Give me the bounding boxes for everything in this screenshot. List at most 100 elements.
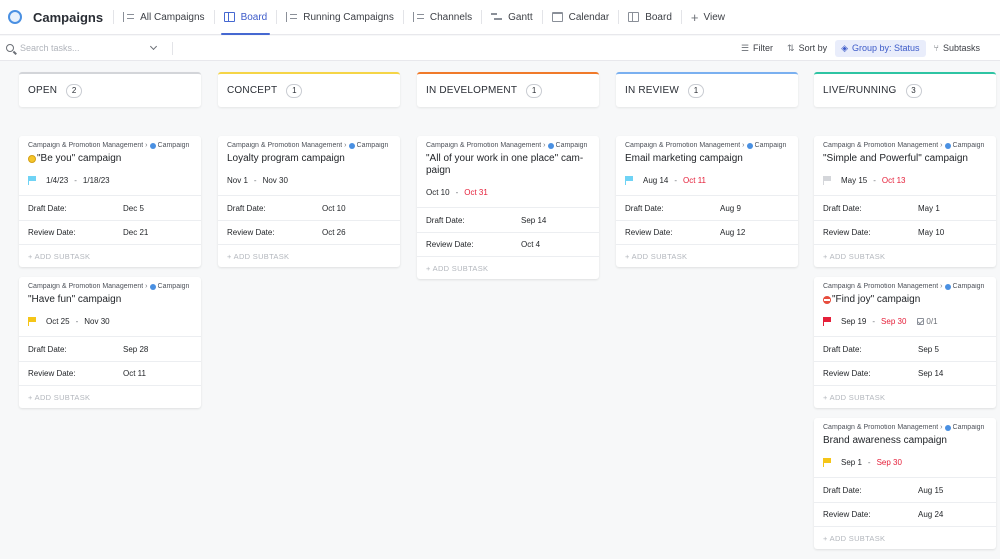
due-date[interactable]: 1/18/23 bbox=[83, 176, 110, 185]
add-subtask-button[interactable]: + ADD SUBTASK bbox=[616, 244, 798, 267]
tab-gantt[interactable]: Gantt bbox=[482, 0, 541, 35]
add-subtask-button[interactable]: + ADD SUBTASK bbox=[19, 385, 201, 408]
start-date[interactable]: Aug 14 bbox=[643, 176, 668, 185]
task-card[interactable]: Campaign & Promotion Management › Campaign… bbox=[218, 136, 400, 267]
breadcrumb-folder[interactable]: Campaign & Promotion Management bbox=[28, 142, 143, 149]
task-card[interactable]: Campaign & Promotion Management › Campaign… bbox=[814, 277, 996, 408]
review-date-field[interactable]: Review Date: Oct 11 bbox=[19, 361, 201, 385]
tab-channels[interactable]: Channels bbox=[404, 0, 481, 35]
start-date[interactable]: Oct 25 bbox=[46, 317, 70, 326]
task-card[interactable]: Campaign & Promotion Management › Campaign… bbox=[19, 136, 201, 267]
priority-flag-icon[interactable] bbox=[823, 316, 832, 326]
review-date-field[interactable]: Review Date: Dec 21 bbox=[19, 220, 201, 244]
tab-calendar[interactable]: Calendar bbox=[543, 0, 619, 35]
breadcrumb-list[interactable]: Campaign bbox=[357, 142, 389, 149]
breadcrumb-folder[interactable]: Campaign & Promotion Management bbox=[28, 283, 143, 290]
breadcrumb-folder[interactable]: Campaign & Promotion Management bbox=[823, 424, 938, 431]
due-date[interactable]: Nov 30 bbox=[263, 176, 288, 185]
task-title[interactable]: Loyalty program campaign bbox=[227, 153, 345, 165]
search-input[interactable] bbox=[20, 43, 140, 53]
due-date[interactable]: Oct 11 bbox=[683, 176, 706, 185]
column-header[interactable]: LIVE/RUNNING 3 bbox=[814, 72, 996, 107]
date-separator: - bbox=[674, 175, 678, 185]
start-date[interactable]: May 15 bbox=[841, 176, 867, 185]
priority-flag-icon[interactable] bbox=[823, 175, 832, 185]
breadcrumb-list[interactable]: Campaign bbox=[158, 142, 190, 149]
due-date[interactable]: Nov 30 bbox=[84, 317, 109, 326]
task-title[interactable]: "Have fun" campaign bbox=[28, 294, 121, 306]
task-title[interactable]: "Simple and Powerful" campaign bbox=[823, 153, 968, 165]
review-date-field[interactable]: Review Date: May 10 bbox=[814, 220, 996, 244]
task-title[interactable]: "All of your work in one place" cam-paig… bbox=[426, 153, 590, 177]
task-card[interactable]: Campaign & Promotion Management › Campaign… bbox=[417, 136, 599, 279]
draft-date-field[interactable]: Draft Date: Dec 5 bbox=[19, 196, 201, 220]
breadcrumb-folder[interactable]: Campaign & Promotion Management bbox=[625, 142, 740, 149]
breadcrumb-list[interactable]: Campaign bbox=[953, 424, 985, 431]
task-title[interactable]: Email marketing campaign bbox=[625, 153, 743, 165]
task-title[interactable]: "Be you" campaign bbox=[37, 153, 121, 165]
breadcrumb-folder[interactable]: Campaign & Promotion Management bbox=[823, 142, 938, 149]
add-subtask-button[interactable]: + ADD SUBTASK bbox=[218, 244, 400, 267]
priority-flag-icon[interactable] bbox=[823, 457, 832, 467]
task-title[interactable]: Brand awareness campaign bbox=[823, 435, 947, 447]
subtasks-button[interactable]: ⑂ Subtasks bbox=[928, 40, 986, 56]
review-date-field[interactable]: Review Date: Aug 12 bbox=[616, 220, 798, 244]
due-date[interactable]: Oct 31 bbox=[464, 188, 488, 197]
draft-date-field[interactable]: Draft Date: May 1 bbox=[814, 196, 996, 220]
add-view-button[interactable]: + View bbox=[682, 10, 734, 25]
add-subtask-button[interactable]: + ADD SUBTASK bbox=[814, 244, 996, 267]
due-date[interactable]: Oct 13 bbox=[882, 176, 906, 185]
add-subtask-button[interactable]: + ADD SUBTASK bbox=[19, 244, 201, 267]
tab-all-campaigns[interactable]: All Campaigns bbox=[114, 0, 213, 35]
review-date-field[interactable]: Review Date: Oct 4 bbox=[417, 232, 599, 256]
add-subtask-button[interactable]: + ADD SUBTASK bbox=[417, 256, 599, 279]
column-header[interactable]: CONCEPT 1 bbox=[218, 72, 400, 107]
start-date[interactable]: Sep 1 bbox=[841, 458, 862, 467]
search-box[interactable] bbox=[6, 39, 166, 57]
breadcrumb-folder[interactable]: Campaign & Promotion Management bbox=[227, 142, 342, 149]
breadcrumb-list[interactable]: Campaign bbox=[953, 142, 985, 149]
review-date-field[interactable]: Review Date: Aug 24 bbox=[814, 502, 996, 526]
priority-flag-icon[interactable] bbox=[28, 316, 37, 326]
review-date-field[interactable]: Review Date: Oct 26 bbox=[218, 220, 400, 244]
task-title[interactable]: "Find joy" campaign bbox=[832, 294, 920, 306]
priority-flag-icon[interactable] bbox=[625, 175, 634, 185]
start-date[interactable]: Sep 19 bbox=[841, 317, 866, 326]
due-date[interactable]: Sep 30 bbox=[881, 317, 906, 326]
breadcrumb-folder[interactable]: Campaign & Promotion Management bbox=[426, 142, 541, 149]
draft-date-field[interactable]: Draft Date: Sep 5 bbox=[814, 337, 996, 361]
add-subtask-button[interactable]: + ADD SUBTASK bbox=[814, 526, 996, 549]
priority-flag-icon[interactable] bbox=[28, 175, 37, 185]
task-card[interactable]: Campaign & Promotion Management › Campaign… bbox=[814, 418, 996, 549]
column-header[interactable]: IN REVIEW 1 bbox=[616, 72, 798, 107]
breadcrumb-list[interactable]: Campaign bbox=[158, 283, 190, 290]
draft-date-field[interactable]: Draft Date: Sep 28 bbox=[19, 337, 201, 361]
breadcrumb-list[interactable]: Campaign bbox=[755, 142, 787, 149]
breadcrumb-folder[interactable]: Campaign & Promotion Management bbox=[823, 283, 938, 290]
breadcrumb-list[interactable]: Campaign bbox=[556, 142, 588, 149]
tab-running-campaigns[interactable]: Running Campaigns bbox=[277, 0, 403, 35]
checklist-indicator[interactable]: 0/1 bbox=[917, 317, 938, 326]
draft-date-field[interactable]: Draft Date: Oct 10 bbox=[218, 196, 400, 220]
tab-board-2[interactable]: Board bbox=[619, 0, 681, 35]
due-date[interactable]: Sep 30 bbox=[877, 458, 902, 467]
task-card[interactable]: Campaign & Promotion Management › Campaign… bbox=[814, 136, 996, 267]
column-header[interactable]: OPEN 2 bbox=[19, 72, 201, 107]
filter-button[interactable]: ☰ Filter bbox=[735, 40, 779, 57]
task-card[interactable]: Campaign & Promotion Management › Campaign… bbox=[19, 277, 201, 408]
draft-date-field[interactable]: Draft Date: Aug 15 bbox=[814, 478, 996, 502]
tab-board[interactable]: Board bbox=[215, 0, 277, 35]
draft-date-field[interactable]: Draft Date: Aug 9 bbox=[616, 196, 798, 220]
start-date[interactable]: Nov 1 bbox=[227, 176, 248, 185]
start-date[interactable]: Oct 10 bbox=[426, 188, 450, 197]
task-card[interactable]: Campaign & Promotion Management › Campaign… bbox=[616, 136, 798, 267]
column-header[interactable]: IN DEVELOPMENT 1 bbox=[417, 72, 599, 107]
draft-date-field[interactable]: Draft Date: Sep 14 bbox=[417, 208, 599, 232]
group-by-button[interactable]: ◈ Group by: Status bbox=[835, 39, 926, 57]
add-subtask-button[interactable]: + ADD SUBTASK bbox=[814, 385, 996, 408]
chevron-down-icon[interactable] bbox=[149, 42, 158, 51]
review-date-field[interactable]: Review Date: Sep 14 bbox=[814, 361, 996, 385]
breadcrumb-list[interactable]: Campaign bbox=[953, 283, 985, 290]
sort-button[interactable]: ⇅ Sort by bbox=[781, 40, 833, 57]
start-date[interactable]: 1/4/23 bbox=[46, 176, 68, 185]
